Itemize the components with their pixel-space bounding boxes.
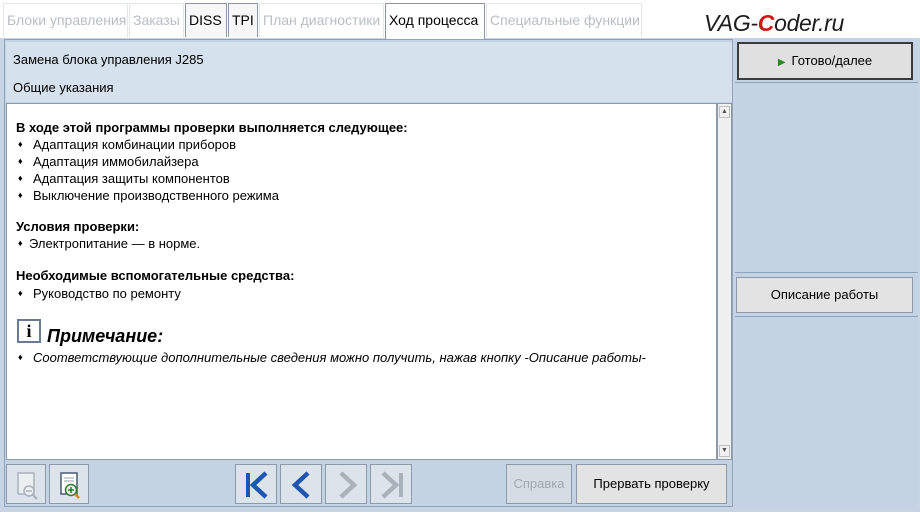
section-heading-tools: Необходимые вспомогательные средства:: [16, 268, 295, 283]
note-title: Примечание:: [47, 326, 164, 346]
divider: [735, 272, 918, 273]
tab-tpi[interactable]: TPI: [228, 3, 258, 37]
tab-diagnostic-plan[interactable]: План диагностики: [259, 3, 384, 37]
list-item: Электропитание — в норме.: [29, 236, 201, 251]
work-description-button[interactable]: Описание работы: [736, 277, 913, 313]
procedure-subtitle: Общие указания: [13, 80, 114, 95]
next-step-button[interactable]: [325, 464, 367, 504]
divider: [735, 316, 918, 317]
scroll-up-arrow-icon[interactable]: ▲: [719, 106, 730, 118]
zoom-in-button[interactable]: [49, 464, 89, 504]
last-step-button[interactable]: [370, 464, 412, 504]
header-box: [6, 42, 732, 102]
vertical-scrollbar[interactable]: ▲ ▼: [717, 103, 732, 460]
list-item: Адаптация иммобилайзера: [33, 154, 199, 169]
bullet-icon: ♦: [18, 352, 23, 362]
abort-test-button[interactable]: Прервать проверку: [576, 464, 727, 504]
chevron-left-icon: [291, 471, 310, 499]
right-panel: [735, 39, 918, 507]
bullet-icon: ♦: [18, 288, 23, 298]
scroll-down-arrow-icon[interactable]: ▼: [719, 445, 730, 457]
chevron-right-icon: [339, 471, 358, 499]
help-button[interactable]: Справка: [506, 464, 572, 504]
list-item: Выключение производственного режима: [33, 188, 279, 203]
ready-next-button[interactable]: ▶ Готово/далее: [737, 42, 913, 80]
skip-to-first-icon: [246, 471, 268, 499]
play-icon: ▶: [777, 57, 786, 68]
zoom-out-document-icon: [17, 472, 38, 500]
tab-diss[interactable]: DISS: [185, 3, 227, 37]
section-heading-conditions: Условия проверки:: [16, 219, 140, 234]
bullet-icon: ♦: [18, 139, 23, 149]
previous-step-button[interactable]: [280, 464, 322, 504]
bullet-icon: ♦: [18, 173, 23, 183]
procedure-title: Замена блока управления J285: [13, 52, 204, 67]
section-heading-steps: В ходе этой программы проверки выполняет…: [16, 120, 408, 135]
bullet-icon: ♦: [18, 238, 23, 248]
first-step-button[interactable]: [235, 464, 277, 504]
tab-orders[interactable]: Заказы: [129, 3, 184, 37]
divider: [735, 82, 918, 83]
zoom-out-button[interactable]: [6, 464, 46, 504]
note-text: Соответствующие дополнительные сведения …: [33, 350, 646, 365]
bullet-icon: ♦: [18, 190, 23, 200]
site-logo: VAG-Coder.ru: [704, 10, 844, 36]
tab-special-functions[interactable]: Специальные функции: [486, 3, 642, 37]
list-item: Адаптация комбинации приборов: [33, 137, 237, 152]
skip-to-last-icon: [381, 471, 403, 499]
tab-control-units[interactable]: Блоки управления: [3, 3, 128, 37]
list-item: Руководство по ремонту: [33, 286, 181, 301]
ready-next-label: Готово/далее: [791, 53, 873, 68]
bullet-icon: ♦: [18, 156, 23, 166]
list-item: Адаптация защиты компонентов: [33, 171, 230, 186]
info-icon: i: [17, 319, 41, 343]
zoom-in-document-icon: [60, 472, 80, 499]
tab-bar: Блоки управления Заказы DISS TPI План ди…: [0, 0, 920, 39]
tab-process-progress[interactable]: Ход процесса: [385, 3, 485, 39]
